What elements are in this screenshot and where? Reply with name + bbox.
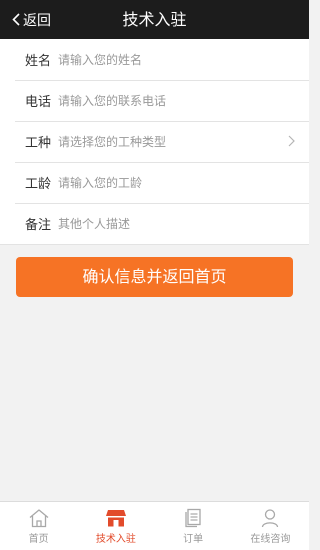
person-icon [262,509,279,528]
tab-tech-settle-label: 技术入驻 [95,534,136,545]
trade-row[interactable]: 工种 请选择您的工种类型 [0,121,309,162]
tab-orders-label: 订单 [183,534,204,545]
years-input[interactable] [58,175,258,190]
chevron-right-icon [288,135,295,147]
trade-label: 工种 [25,136,52,151]
notes-input[interactable] [58,216,258,231]
tab-consult-label: 在线咨询 [250,534,291,545]
tab-bar: 首页 技术入驻 订单 在线咨询 [0,501,309,550]
back-label: 返回 [23,12,51,29]
tab-home[interactable]: 首页 [0,502,77,550]
phone-row: 电话 [0,80,309,121]
trade-select[interactable]: 请选择您的工种类型 [58,133,309,150]
years-row: 工龄 [0,162,309,203]
header-bar: 返回 技术入驻 [0,0,309,39]
years-label: 工龄 [25,177,52,192]
name-row: 姓名 [0,39,309,80]
tab-consult[interactable]: 在线咨询 [232,502,309,550]
notes-row: 备注 [0,203,309,244]
phone-label: 电话 [25,95,52,110]
home-icon [29,509,49,528]
chevron-left-icon [12,13,20,26]
registration-form: 姓名 电话 工种 请选择您的工种类型 工龄 备注 [0,39,309,245]
order-icon [185,508,201,528]
phone-input[interactable] [58,93,258,108]
notes-label: 备注 [25,218,52,233]
tab-home-label: 首页 [28,534,49,545]
tab-orders[interactable]: 订单 [155,502,232,550]
back-button[interactable]: 返回 [0,0,60,39]
name-label: 姓名 [25,54,52,69]
name-input[interactable] [58,52,258,67]
confirm-button[interactable]: 确认信息并返回首页 [16,257,293,297]
tab-tech-settle[interactable]: 技术入驻 [77,502,154,550]
shop-icon [105,510,126,527]
